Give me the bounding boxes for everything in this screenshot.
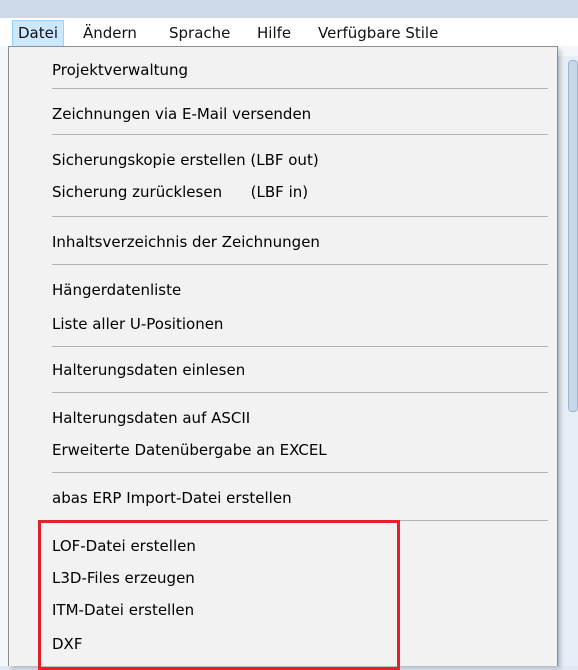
menu-separator: [52, 392, 548, 393]
menu-separator: [52, 88, 548, 89]
menu-item-inhaltsverzeichnis[interactable]: Inhaltsverzeichnis der Zeichnungen: [52, 228, 320, 256]
menu-item-u-positionen[interactable]: Liste aller U-Positionen: [52, 310, 223, 338]
menu-item-projektverwaltung[interactable]: Projektverwaltung: [52, 56, 188, 84]
menu-verfuegbare-stile[interactable]: Verfügbare Stile: [313, 20, 443, 46]
menu-item-sicherungskopie[interactable]: Sicherungskopie erstellen (LBF out): [52, 146, 319, 174]
menu-separator: [52, 346, 548, 347]
menu-item-abas-import[interactable]: abas ERP Import-Datei erstellen: [52, 484, 292, 512]
menu-separator: [52, 472, 548, 473]
menu-item-halterungsdaten-ascii[interactable]: Halterungsdaten auf ASCII: [52, 404, 250, 432]
menu-item-sicherung-zuruecklesen[interactable]: Sicherung zurücklesen (LBF in): [52, 178, 308, 206]
menu-icon-gutter: [8, 46, 38, 666]
menu-hilfe[interactable]: Hilfe: [252, 20, 296, 46]
menu-item-halterungsdaten-einlesen[interactable]: Halterungsdaten einlesen: [52, 356, 245, 384]
window-top-strip: [0, 0, 578, 19]
menubar: Datei Ändern Sprache Hilfe Verfügbare St…: [0, 18, 578, 46]
menu-datei[interactable]: Datei: [12, 20, 65, 46]
menu-separator: [52, 134, 548, 135]
menu-separator: [52, 264, 548, 265]
menu-item-haengerdatenliste[interactable]: Hängerdatenliste: [52, 276, 181, 304]
menu-separator: [52, 216, 548, 217]
menu-item-email-versenden[interactable]: Zeichnungen via E-Mail versenden: [52, 100, 311, 128]
menu-item-datenuebergabe-excel[interactable]: Erweiterte Datenübergabe an EXCEL: [52, 436, 327, 464]
menu-aendern[interactable]: Ändern: [78, 20, 142, 46]
highlight-annotation-box: [38, 520, 400, 670]
menu-sprache[interactable]: Sprache: [164, 20, 235, 46]
scrollbar-thumb[interactable]: [568, 60, 578, 412]
